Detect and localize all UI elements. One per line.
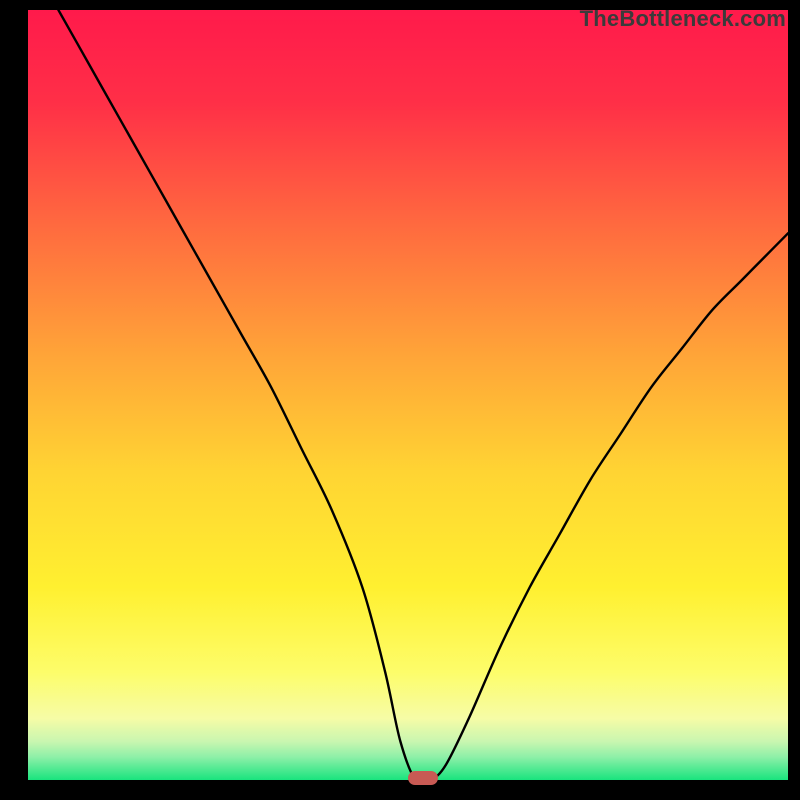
optimum-marker xyxy=(408,771,438,785)
bottleneck-curve xyxy=(28,10,788,780)
chart-frame: TheBottleneck.com xyxy=(0,0,800,800)
plot-area xyxy=(28,10,788,780)
watermark-text: TheBottleneck.com xyxy=(580,6,786,32)
